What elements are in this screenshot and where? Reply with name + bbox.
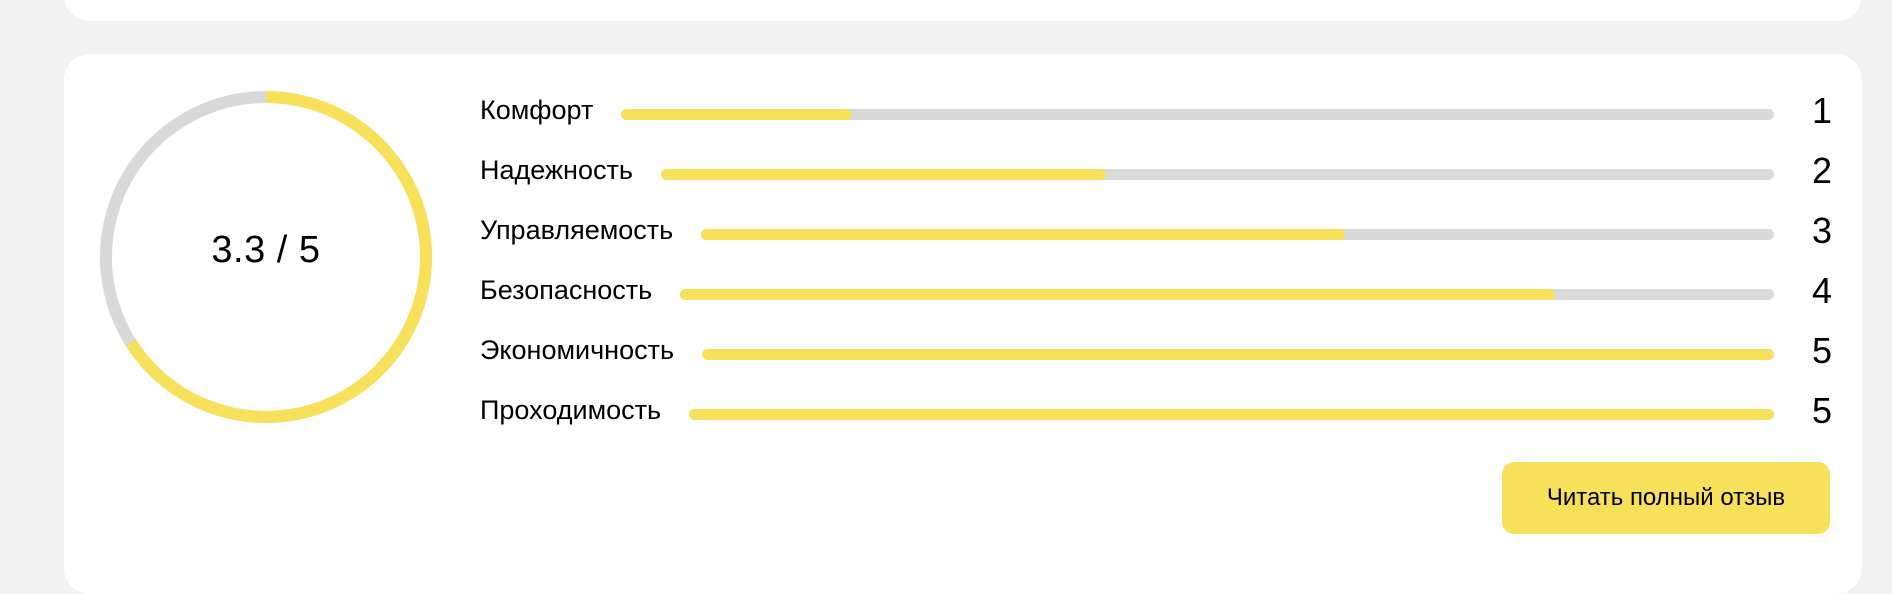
- rating-row-economy: Экономичность 5: [480, 324, 1832, 384]
- rating-value: 5: [1812, 390, 1833, 431]
- rating-bar-fill: [689, 408, 1774, 420]
- rating-value: 3: [1812, 210, 1833, 251]
- rating-bar-track: [621, 108, 1774, 120]
- rating-row-reliability: Надежность 2: [480, 144, 1832, 204]
- rating-label: Надежность: [480, 154, 633, 185]
- rating-value: 5: [1812, 330, 1833, 371]
- overall-score-value: 3.3 / 5: [211, 228, 321, 271]
- rating-value: 2: [1812, 150, 1833, 191]
- category-ratings-list: Комфорт 1 Надежность 2 Управляемость 3 Б…: [480, 84, 1832, 444]
- rating-label: Комфорт: [480, 94, 594, 125]
- rating-bar-fill: [660, 168, 1107, 180]
- rating-row-safety: Безопасность 4: [480, 264, 1832, 324]
- rating-bar-track: [680, 288, 1774, 300]
- read-full-review-button[interactable]: Читать полный отзыв: [1502, 462, 1830, 534]
- rating-row-comfort: Комфорт 1: [480, 84, 1832, 144]
- rating-bar-fill: [702, 348, 1774, 360]
- rating-bar-fill: [680, 288, 1556, 300]
- rating-label: Безопасность: [480, 274, 653, 305]
- previous-card: [64, 0, 1862, 21]
- rating-bar-fill: [701, 228, 1345, 240]
- rating-value: 1: [1812, 90, 1833, 131]
- rating-bar-track: [660, 168, 1774, 180]
- rating-bar-fill: [621, 108, 852, 120]
- rating-bar-track: [701, 228, 1774, 240]
- rating-bar-track: [689, 408, 1774, 420]
- rating-bar-track: [702, 348, 1774, 360]
- rating-row-off-road: Проходимость 5: [480, 384, 1832, 444]
- rating-label: Управляемость: [480, 214, 674, 245]
- rating-label: Проходимость: [480, 394, 662, 425]
- overall-score-ring: 3.3 / 5: [99, 90, 433, 424]
- rating-label: Экономичность: [480, 334, 675, 365]
- rating-value: 4: [1812, 270, 1833, 311]
- rating-row-handling: Управляемость 3: [480, 204, 1832, 264]
